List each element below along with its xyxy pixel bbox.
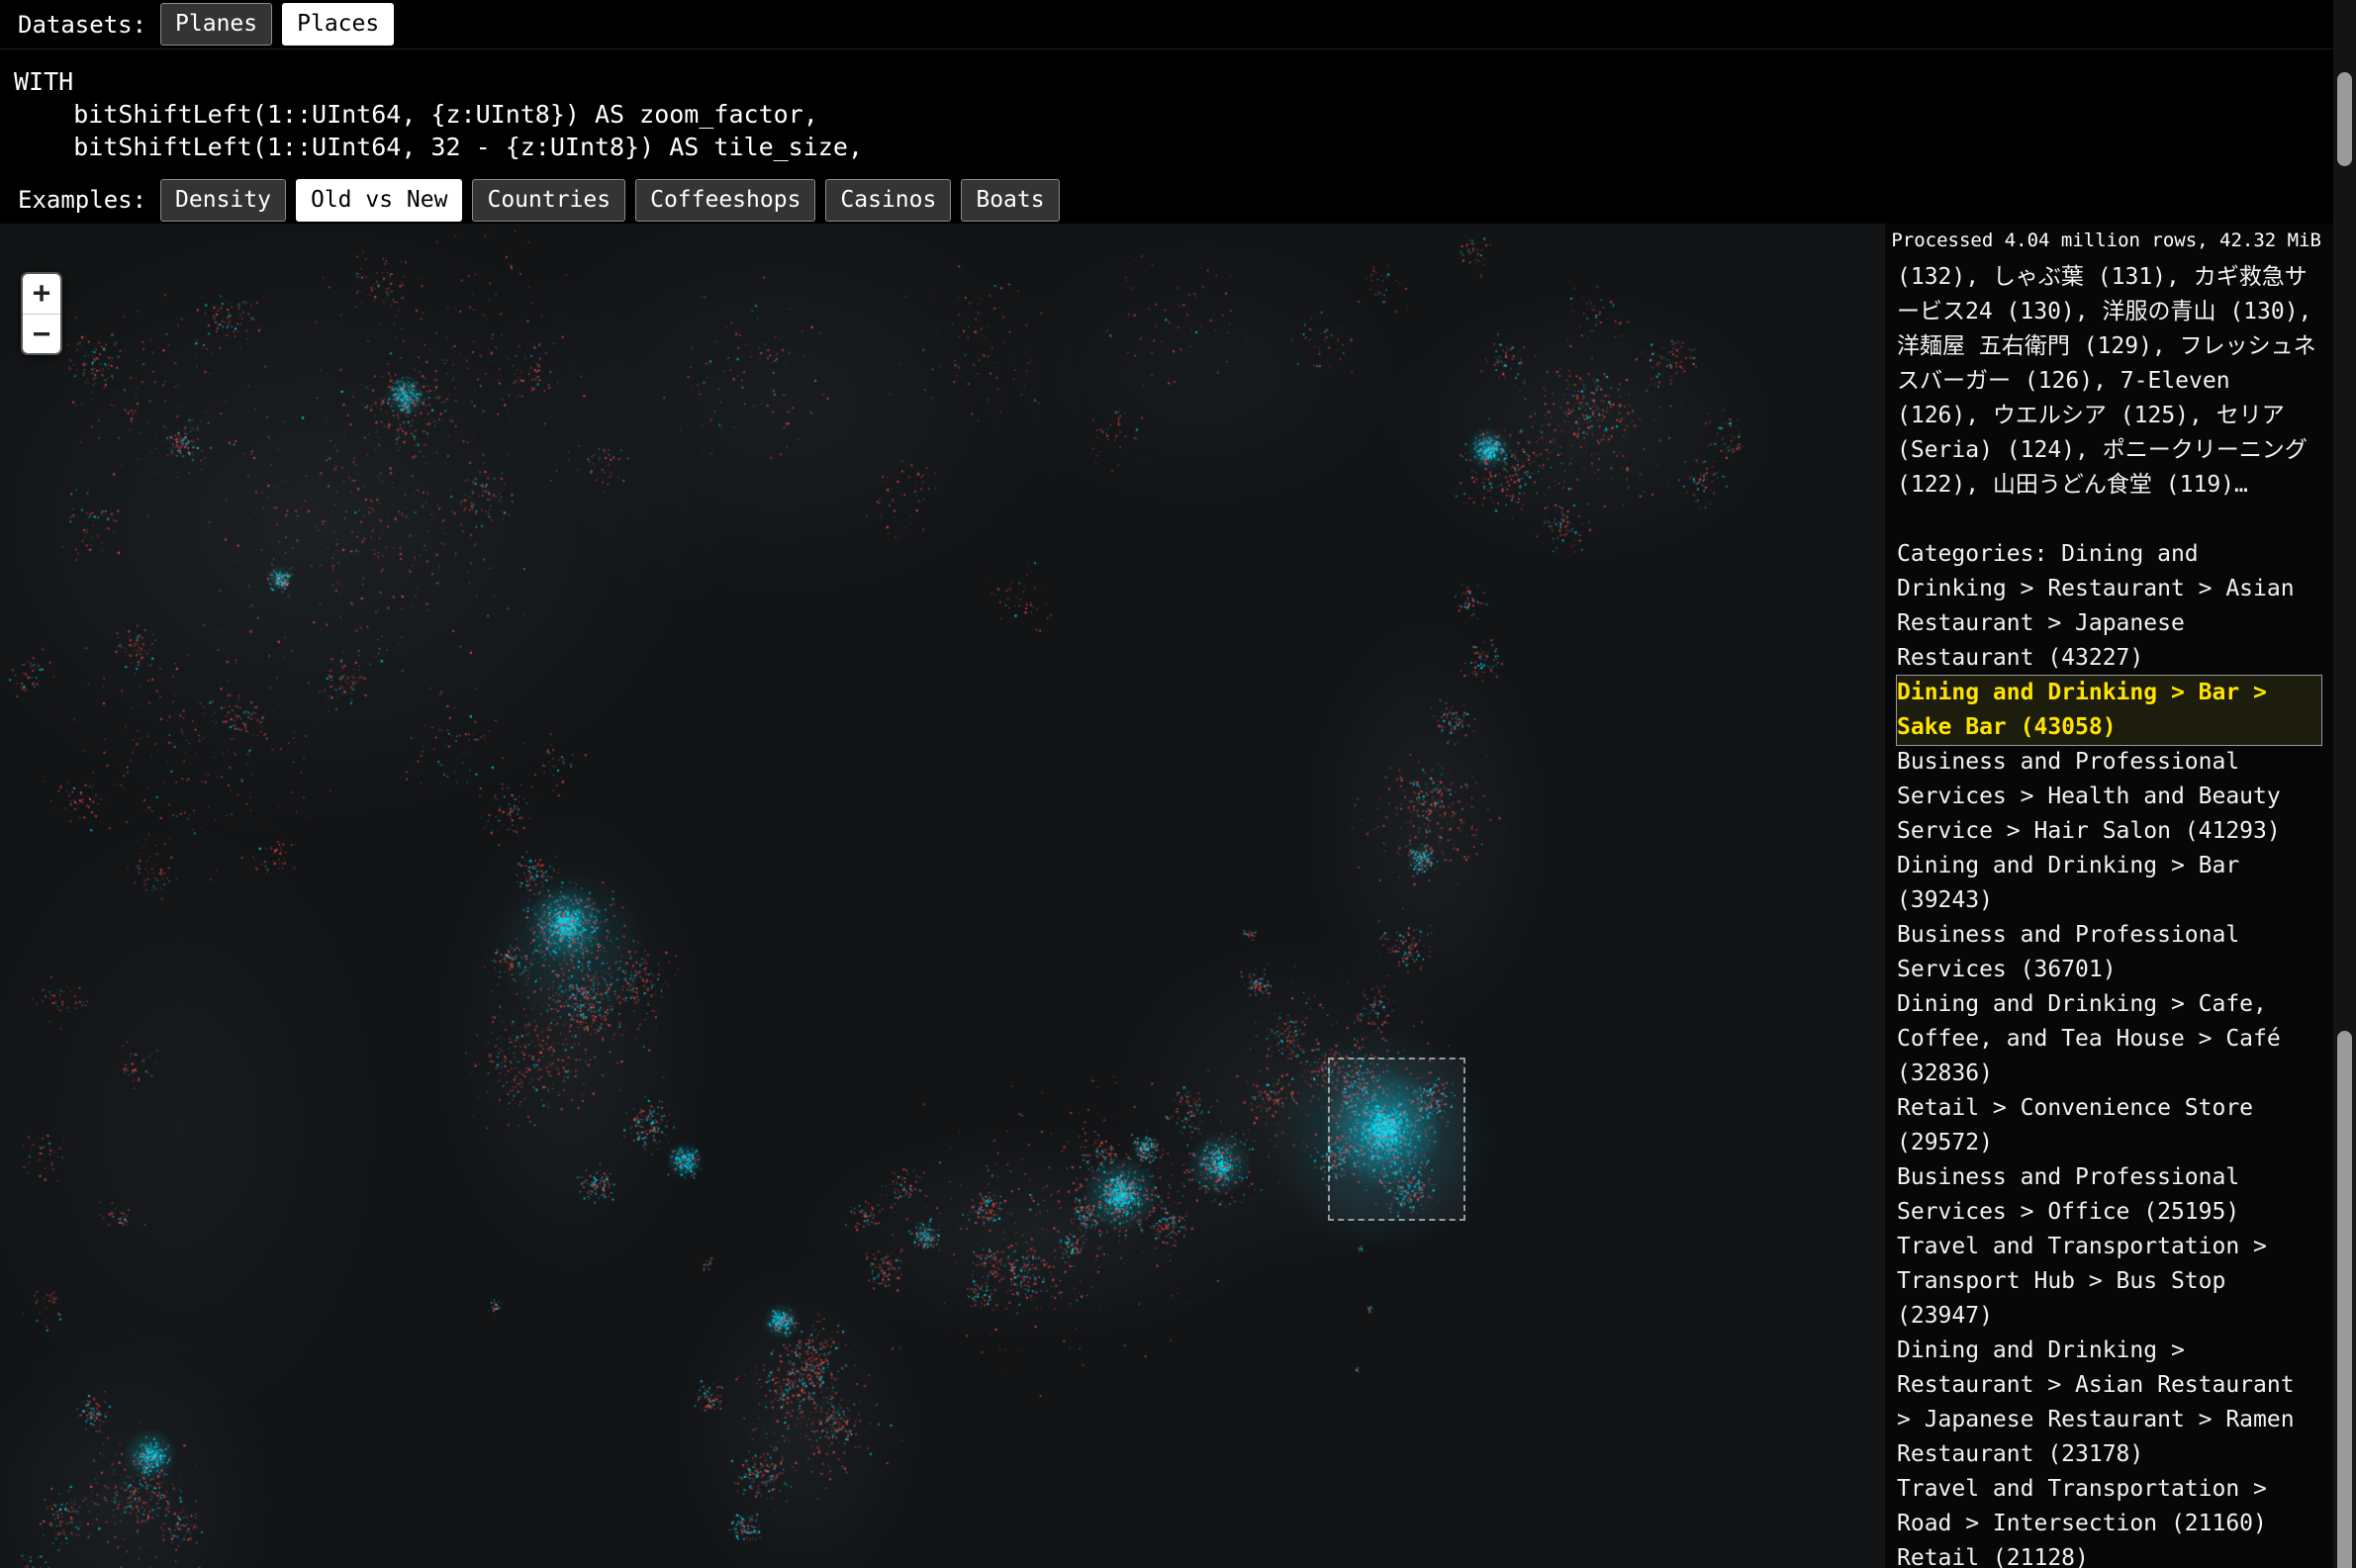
category-item[interactable]: Business and Professional Services > Hea… [1897, 745, 2321, 849]
category-item[interactable]: Dining and Drinking > Bar (39243) [1897, 849, 2321, 918]
category-item[interactable]: Business and Professional Services > Off… [1897, 1160, 2321, 1230]
sidebar: Processed 4.04 million rows, 42.32 MiB (… [1885, 224, 2333, 1568]
sql-editor[interactable]: WITH bitShiftLeft(1::UInt64, {z:UInt8}) … [0, 48, 2356, 176]
category-item-selected[interactable]: Dining and Drinking > Bar > Sake Bar (43… [1897, 676, 2321, 745]
zoom-in-button[interactable]: + [23, 274, 60, 314]
dataset-button-planes[interactable]: Planes [160, 3, 272, 46]
category-item[interactable]: Travel and Transportation > Road > Inter… [1897, 1472, 2321, 1541]
brands-list: (132), しゃぶ葉 (131), カギ救急サービス24 (130), 洋服の… [1897, 260, 2321, 503]
map-selection-rectangle[interactable] [1328, 1058, 1465, 1221]
dataset-buttons: PlanesPlaces [160, 3, 394, 46]
category-item[interactable]: Travel and Transportation > Transport Hu… [1897, 1230, 2321, 1334]
example-button-density[interactable]: Density [160, 179, 286, 222]
category-item[interactable]: Retail > Convenience Store (29572) [1897, 1091, 2321, 1160]
examples-bar: Examples: DensityOld vs NewCountriesCoff… [0, 176, 2356, 224]
main-scrollbar-thumb[interactable] [2337, 1031, 2352, 1568]
example-button-countries[interactable]: Countries [472, 179, 625, 222]
example-button-coffeeshops[interactable]: Coffeeshops [635, 179, 815, 222]
examples-label: Examples: [18, 186, 146, 214]
dataset-button-places[interactable]: Places [282, 3, 394, 46]
map-canvas[interactable] [0, 224, 1885, 1568]
example-button-casinos[interactable]: Casinos [825, 179, 951, 222]
query-stats: Processed 4.04 million rows, 42.32 MiB [1885, 224, 2321, 260]
zoom-control: + − [21, 272, 62, 355]
zoom-out-button[interactable]: − [23, 314, 60, 353]
category-item[interactable]: Retail (21128) [1897, 1541, 2321, 1568]
category-item[interactable]: Categories: Dining and Drinking > Restau… [1897, 537, 2321, 676]
datasets-bar: Datasets: PlanesPlaces [0, 0, 2356, 48]
category-item[interactable]: Dining and Drinking > Restaurant > Asian… [1897, 1334, 2321, 1472]
categories-list: Categories: Dining and Drinking > Restau… [1897, 537, 2321, 1568]
category-item[interactable]: Dining and Drinking > Cafe, Coffee, and … [1897, 987, 2321, 1091]
example-button-old-vs-new[interactable]: Old vs New [296, 179, 462, 222]
sql-scrollbar-thumb[interactable] [2337, 72, 2352, 166]
main-area: + − Processed 4.04 million rows, 42.32 M… [0, 224, 2356, 1568]
app: { "header": { "datasets_label": "Dataset… [0, 0, 2356, 1568]
datasets-label: Datasets: [18, 11, 146, 39]
example-buttons: DensityOld vs NewCountriesCoffeeshopsCas… [160, 179, 1060, 222]
category-item[interactable]: Business and Professional Services (3670… [1897, 918, 2321, 987]
example-button-boats[interactable]: Boats [961, 179, 1059, 222]
page-scrollbar [2333, 0, 2356, 1568]
map[interactable]: + − [0, 224, 1885, 1568]
